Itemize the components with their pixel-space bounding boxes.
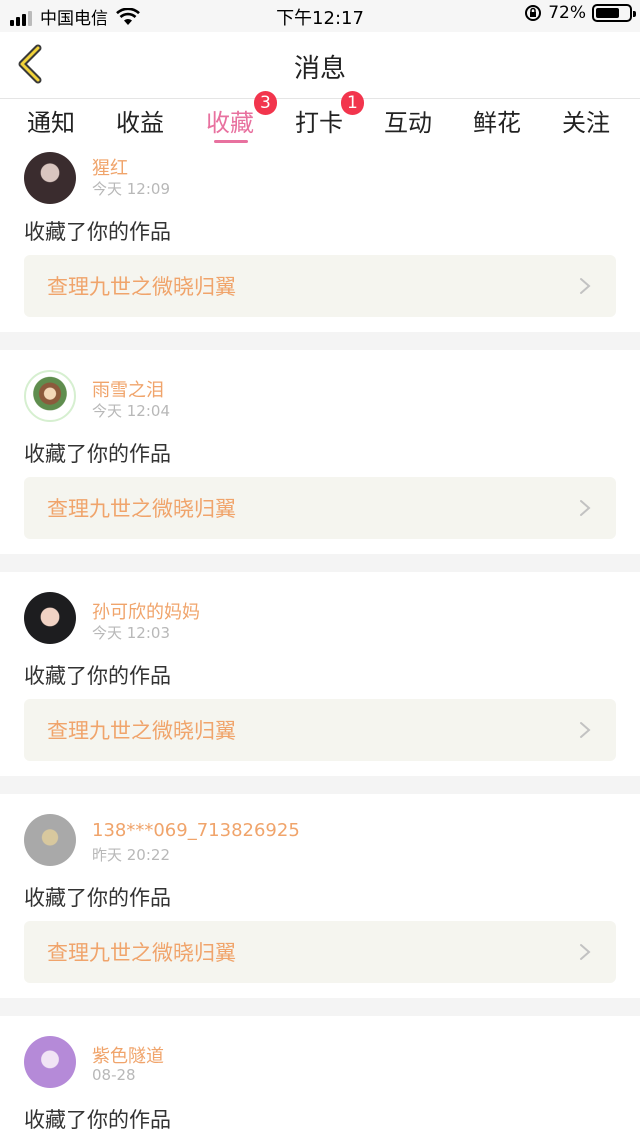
avatar[interactable] — [24, 1036, 76, 1088]
action-text: 收藏了你的作品 — [24, 886, 171, 910]
tab-favorites-badge: 3 — [254, 91, 277, 115]
page-title: 消息 — [293, 54, 346, 84]
chevron-right-icon — [580, 278, 591, 294]
notification-item: 猩红 今天 12:09 收藏了你的作品 查理九世之微晓归翼 — [0, 150, 640, 332]
rotation-lock-icon — [525, 5, 542, 21]
timestamp: 08-28 — [92, 1066, 136, 1084]
chevron-right-icon — [580, 500, 591, 516]
work-link[interactable]: 查理九世之微晓归翼 — [24, 921, 616, 983]
avatar[interactable] — [24, 592, 76, 644]
work-title: 查理九世之微晓归翼 — [47, 275, 236, 299]
battery-percent: 72% — [548, 3, 586, 23]
avatar[interactable] — [24, 814, 76, 866]
username[interactable]: 138***069_713826925 — [92, 820, 300, 841]
tab-earnings[interactable]: 收益 — [110, 103, 170, 138]
work-title: 查理九世之微晓归翼 — [47, 941, 236, 965]
timestamp: 昨天 20:22 — [92, 846, 170, 864]
username[interactable]: 雨雪之泪 — [92, 376, 164, 402]
tab-interaction[interactable]: 互动 — [378, 103, 438, 138]
section-divider — [0, 554, 640, 572]
work-link[interactable]: 查理九世之微晓归翼 — [24, 255, 616, 317]
timestamp: 今天 12:03 — [92, 624, 170, 642]
tab-checkin[interactable]: 打卡 — [289, 103, 349, 138]
action-text: 收藏了你的作品 — [24, 664, 171, 688]
status-right: 72% — [524, 3, 636, 23]
section-divider — [0, 332, 640, 350]
tab-bar: 通知 收益 收藏 打卡 互动 鲜花 关注 — [0, 99, 640, 151]
action-text: 收藏了你的作品 — [24, 220, 171, 244]
chevron-right-icon — [580, 722, 591, 738]
tab-favorites[interactable]: 收藏 — [200, 103, 260, 138]
nav-bar: 消息 — [0, 32, 640, 99]
username[interactable]: 紫色隧道 — [92, 1042, 164, 1068]
avatar[interactable] — [24, 152, 76, 204]
work-title: 查理九世之微晓归翼 — [47, 719, 236, 743]
notification-item: 孙可欣的妈妈 今天 12:03 收藏了你的作品 查理九世之微晓归翼 — [0, 572, 640, 776]
tab-notify[interactable]: 通知 — [21, 103, 81, 138]
tab-flowers[interactable]: 鲜花 — [467, 103, 527, 138]
username[interactable]: 猩红 — [92, 154, 128, 180]
avatar[interactable] — [24, 370, 76, 422]
work-link[interactable]: 查理九世之微晓归翼 — [24, 699, 616, 761]
timestamp: 今天 12:04 — [92, 402, 170, 420]
tab-checkin-badge: 1 — [341, 91, 364, 115]
status-bar: 中国电信 下午12:17 72% — [0, 0, 640, 32]
active-tab-indicator — [214, 140, 248, 143]
username[interactable]: 孙可欣的妈妈 — [92, 598, 200, 624]
action-text: 收藏了你的作品 — [24, 1108, 171, 1132]
notification-item: 雨雪之泪 今天 12:04 收藏了你的作品 查理九世之微晓归翼 — [0, 350, 640, 554]
section-divider — [0, 998, 640, 1016]
notification-item: 紫色隧道 08-28 收藏了你的作品 — [0, 1016, 640, 1138]
battery-icon — [592, 4, 636, 22]
work-link[interactable]: 查理九世之微晓归翼 — [24, 477, 616, 539]
action-text: 收藏了你的作品 — [24, 442, 171, 466]
notification-item: 138***069_713826925 昨天 20:22 收藏了你的作品 查理九… — [0, 794, 640, 998]
work-title: 查理九世之微晓归翼 — [47, 497, 236, 521]
chevron-right-icon — [580, 944, 591, 960]
tab-follow[interactable]: 关注 — [556, 103, 616, 138]
timestamp: 今天 12:09 — [92, 180, 170, 198]
section-divider — [0, 776, 640, 794]
